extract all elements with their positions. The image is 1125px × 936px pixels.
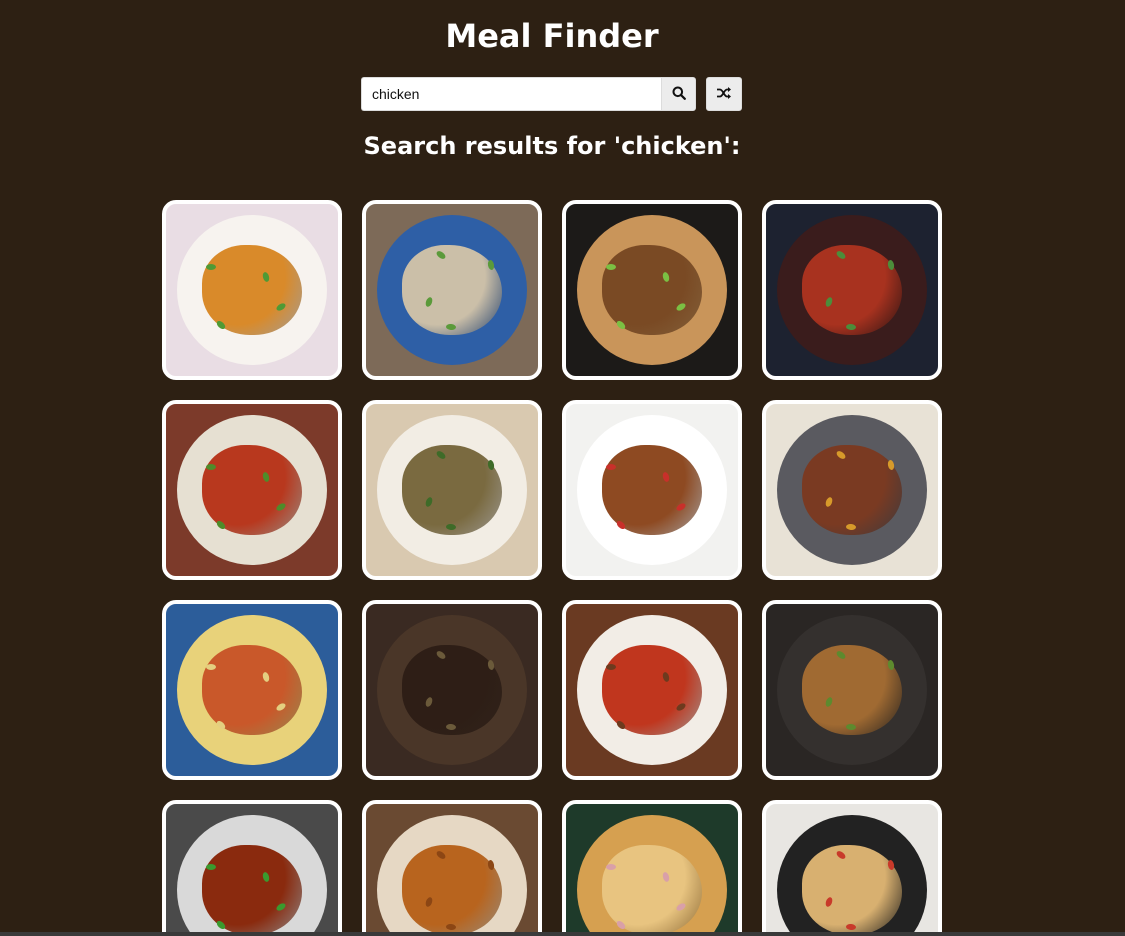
meal-image-garnish [606, 864, 616, 870]
meal-card[interactable] [162, 400, 342, 580]
meal-image-food [802, 445, 902, 535]
search-form [361, 77, 742, 111]
meal-card[interactable] [162, 600, 342, 780]
meal-image-garnish [206, 264, 216, 270]
results-heading: Search results for 'chicken': [363, 132, 741, 160]
meal-image-food [402, 645, 502, 735]
meal-card[interactable] [762, 400, 942, 580]
meal-image-garnish [606, 464, 616, 470]
meal-card[interactable] [162, 800, 342, 936]
meal-card[interactable] [562, 200, 742, 380]
meal-image-food [802, 845, 902, 935]
meal-card[interactable] [562, 600, 742, 780]
meal-image-garnish [606, 664, 616, 670]
meal-card[interactable] [762, 800, 942, 936]
meal-image-food [402, 445, 502, 535]
meal-image-garnish [606, 264, 616, 270]
meal-image-food [402, 245, 502, 335]
meal-card[interactable] [362, 400, 542, 580]
meal-finder-app: Meal Finder Search results for 'chi [0, 0, 1125, 936]
meal-card[interactable] [562, 400, 742, 580]
search-input[interactable] [361, 77, 661, 111]
meal-image-garnish [206, 464, 216, 470]
search-icon [672, 86, 686, 103]
search-button[interactable] [661, 77, 696, 111]
meal-card[interactable] [362, 800, 542, 936]
scrollbar-track [0, 932, 1125, 936]
meal-image-garnish [206, 864, 216, 870]
shuffle-icon [716, 86, 732, 103]
meal-card[interactable] [162, 200, 342, 380]
meal-card[interactable] [562, 800, 742, 936]
meal-card[interactable] [762, 200, 942, 380]
random-meal-button[interactable] [706, 77, 742, 111]
meals-grid [162, 200, 942, 936]
meal-card[interactable] [362, 200, 542, 380]
meal-image-food [802, 245, 902, 335]
meal-card[interactable] [762, 600, 942, 780]
meal-card[interactable] [362, 600, 542, 780]
meal-image-food [802, 645, 902, 735]
meal-image-garnish [206, 664, 216, 670]
meal-image-food [402, 845, 502, 935]
page-title: Meal Finder [445, 17, 659, 55]
